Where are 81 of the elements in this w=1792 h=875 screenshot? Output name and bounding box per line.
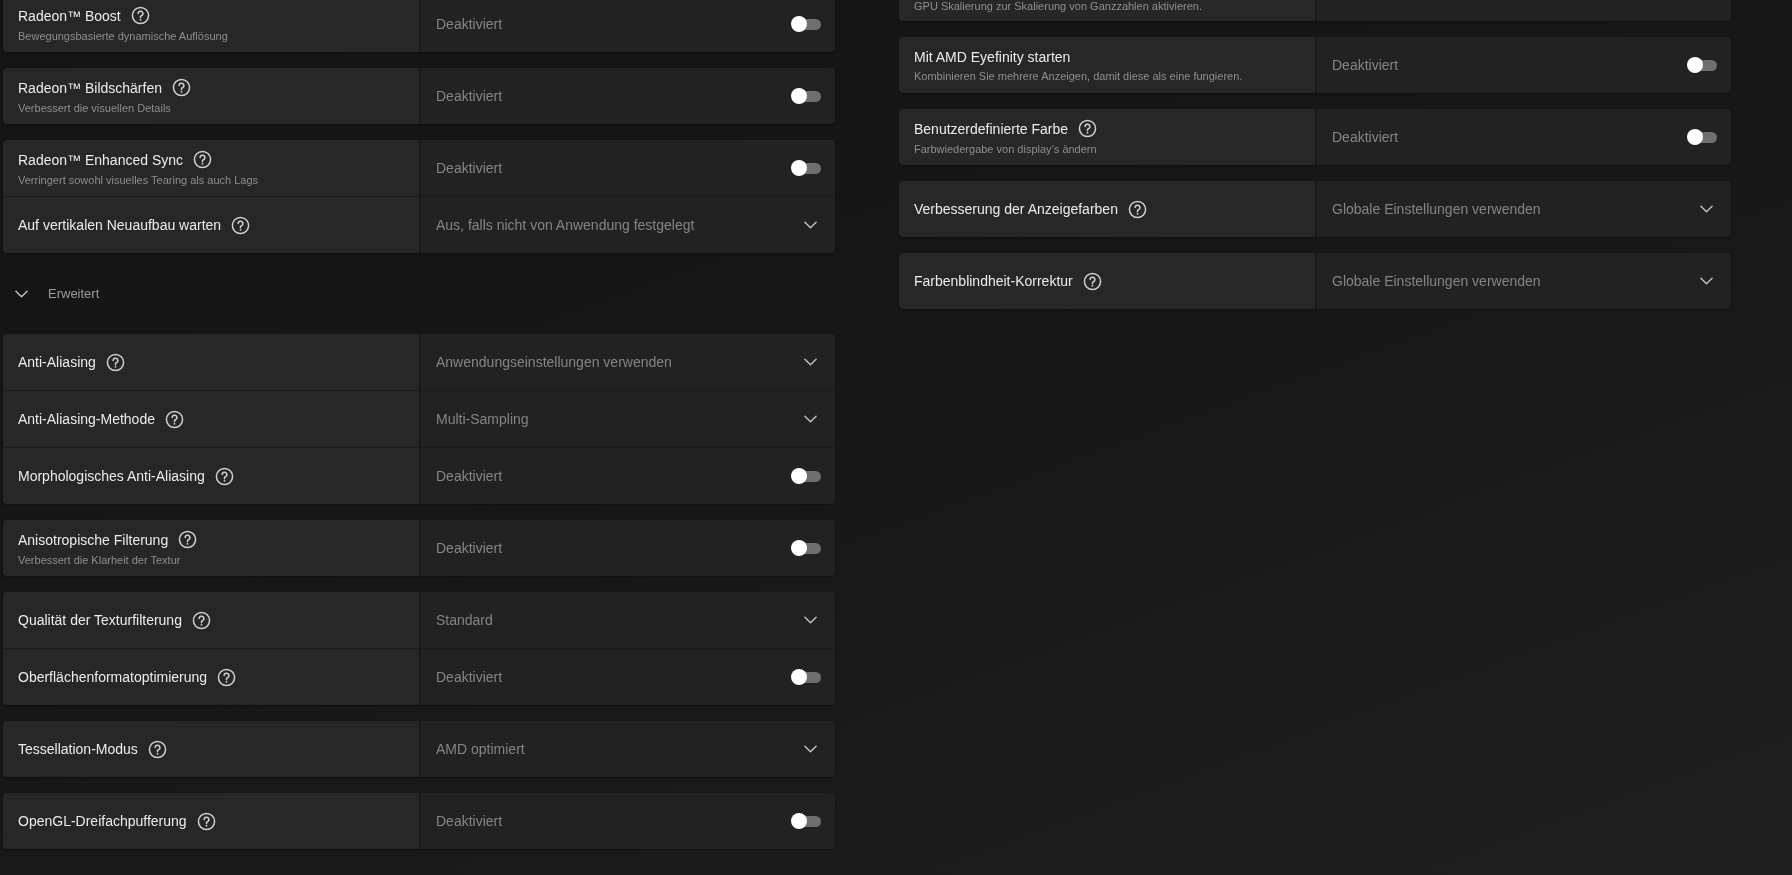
toggle-setting[interactable]: Deaktiviert <box>421 68 835 124</box>
help-icon[interactable] <box>1127 199 1147 219</box>
value-text: Deaktiviert <box>436 669 503 685</box>
help-icon[interactable] <box>193 150 212 169</box>
chevron-down-icon <box>804 745 817 753</box>
setting-title: Auf vertikalen Neuaufbau warten <box>18 217 222 233</box>
setting-title: OpenGL-Dreifachpufferung <box>18 813 187 829</box>
setting-description: Verringert sowohl visuelles Tearing als auch Lags <box>18 174 260 186</box>
help-icon[interactable] <box>214 466 234 486</box>
setting-title: Radeon™ Enhanced Sync <box>18 151 183 168</box>
chevron-down-icon <box>804 358 817 366</box>
toggle-switch[interactable] <box>791 813 821 829</box>
toggle-switch[interactable] <box>791 540 821 556</box>
value-text: Deaktiviert <box>436 88 503 104</box>
setting-title: Morphologisches Anti-Aliasing <box>18 468 205 484</box>
setting-title: Anisotropische Filterung <box>18 531 169 548</box>
help-icon[interactable] <box>164 409 184 429</box>
help-icon[interactable] <box>105 352 125 372</box>
toggle-switch[interactable] <box>791 16 821 32</box>
setting-title: Tessellation-Modus <box>18 741 138 757</box>
help-icon[interactable] <box>130 6 150 25</box>
toggle-switch[interactable] <box>1687 129 1717 145</box>
setting-title: Radeon™ Boost <box>18 7 121 24</box>
toggle-setting[interactable]: Deaktiviert <box>421 448 835 504</box>
help-icon[interactable] <box>172 78 191 97</box>
toggle-switch[interactable] <box>791 669 821 685</box>
toggle-switch[interactable] <box>791 88 821 104</box>
setting-title: Farbenblindheit-Korrektur <box>914 273 1073 289</box>
advanced-toggle[interactable]: Erweitert <box>3 269 100 318</box>
setting-title: Anti-Aliasing <box>18 354 96 370</box>
dropdown[interactable]: Globale Einstellungen verwenden <box>1317 181 1731 237</box>
setting-title: Radeon™ Bildschärfen <box>18 79 162 96</box>
toggle-setting[interactable]: Deaktiviert <box>1317 37 1731 93</box>
toggle-switch[interactable] <box>791 468 821 484</box>
help-icon[interactable] <box>178 530 198 549</box>
toggle-switch[interactable] <box>1687 57 1717 73</box>
toggle-setting[interactable]: Deaktiviert <box>421 140 835 196</box>
setting-title: Mit AMD Eyefinity starten <box>914 48 1071 65</box>
value-text: Deaktiviert <box>436 16 503 32</box>
toggle-setting[interactable]: Deaktiviert <box>421 0 835 52</box>
value-text: Deaktiviert <box>436 813 503 829</box>
value-text: Deaktiviert <box>436 540 503 556</box>
help-icon[interactable] <box>1082 271 1102 291</box>
value-text: Deaktiviert <box>1332 57 1399 73</box>
toggle-setting[interactable]: Deaktiviert <box>421 793 835 849</box>
setting-description: GPU Skalierung zur Skalierung von Ganzzahlen aktivieren. <box>914 0 1203 12</box>
setting-description: Verbessert die Klarheit der Textur <box>18 554 182 566</box>
toggle-setting[interactable]: Deaktiviert <box>421 520 835 576</box>
value-text: Deaktiviert <box>436 160 503 176</box>
help-icon[interactable] <box>231 215 251 235</box>
chevron-down-icon <box>15 289 28 298</box>
dropdown[interactable]: AMD optimiert <box>421 721 835 777</box>
chevron-down-icon <box>1700 277 1713 285</box>
help-icon[interactable] <box>1078 119 1098 138</box>
setting-description: Bewegungsbasierte dynamische Auflösung <box>18 30 229 42</box>
setting-description: Farbwiedergabe von display’s ändern <box>914 143 1098 155</box>
dropdown[interactable]: Anwendungseinstellungen verwenden <box>421 334 835 390</box>
chevron-down-icon <box>804 221 817 229</box>
setting-title: Benutzerdefinierte Farbe <box>914 120 1069 137</box>
setting-title: Verbesserung der Anzeigefarben <box>914 201 1118 217</box>
help-icon[interactable] <box>147 739 167 759</box>
chevron-down-icon <box>804 616 817 624</box>
toggle-setting[interactable]: Deaktiviert <box>1317 109 1731 165</box>
help-icon[interactable] <box>217 667 237 687</box>
chevron-down-icon <box>1700 205 1713 213</box>
chevron-down-icon <box>804 415 817 423</box>
dropdown[interactable]: Aus, falls nicht von Anwendung festgelegt <box>421 197 835 253</box>
dropdown[interactable]: Multi-Sampling <box>421 391 835 447</box>
dropdown[interactable]: Standard <box>421 592 835 648</box>
toggle-setting[interactable]: Deaktiviert <box>421 649 835 705</box>
help-icon[interactable] <box>191 610 211 630</box>
help-icon[interactable] <box>196 811 216 831</box>
setting-title: Qualität der Texturfilterung <box>18 612 182 628</box>
dropdown[interactable]: Globale Einstellungen verwenden <box>1317 253 1731 309</box>
setting-description: Kombinieren Sie mehrere Anzeigen, damit diese als eine fungieren. <box>914 69 1244 82</box>
value-text: Deaktiviert <box>436 468 503 484</box>
toggle-switch[interactable] <box>791 160 821 176</box>
setting-description: Verbessert die visuellen Details <box>18 102 172 114</box>
setting-title: Anti-Aliasing-Methode <box>18 411 155 427</box>
setting-title: Oberflächenformatoptimierung <box>18 669 208 685</box>
value-text: Deaktiviert <box>1332 129 1399 145</box>
